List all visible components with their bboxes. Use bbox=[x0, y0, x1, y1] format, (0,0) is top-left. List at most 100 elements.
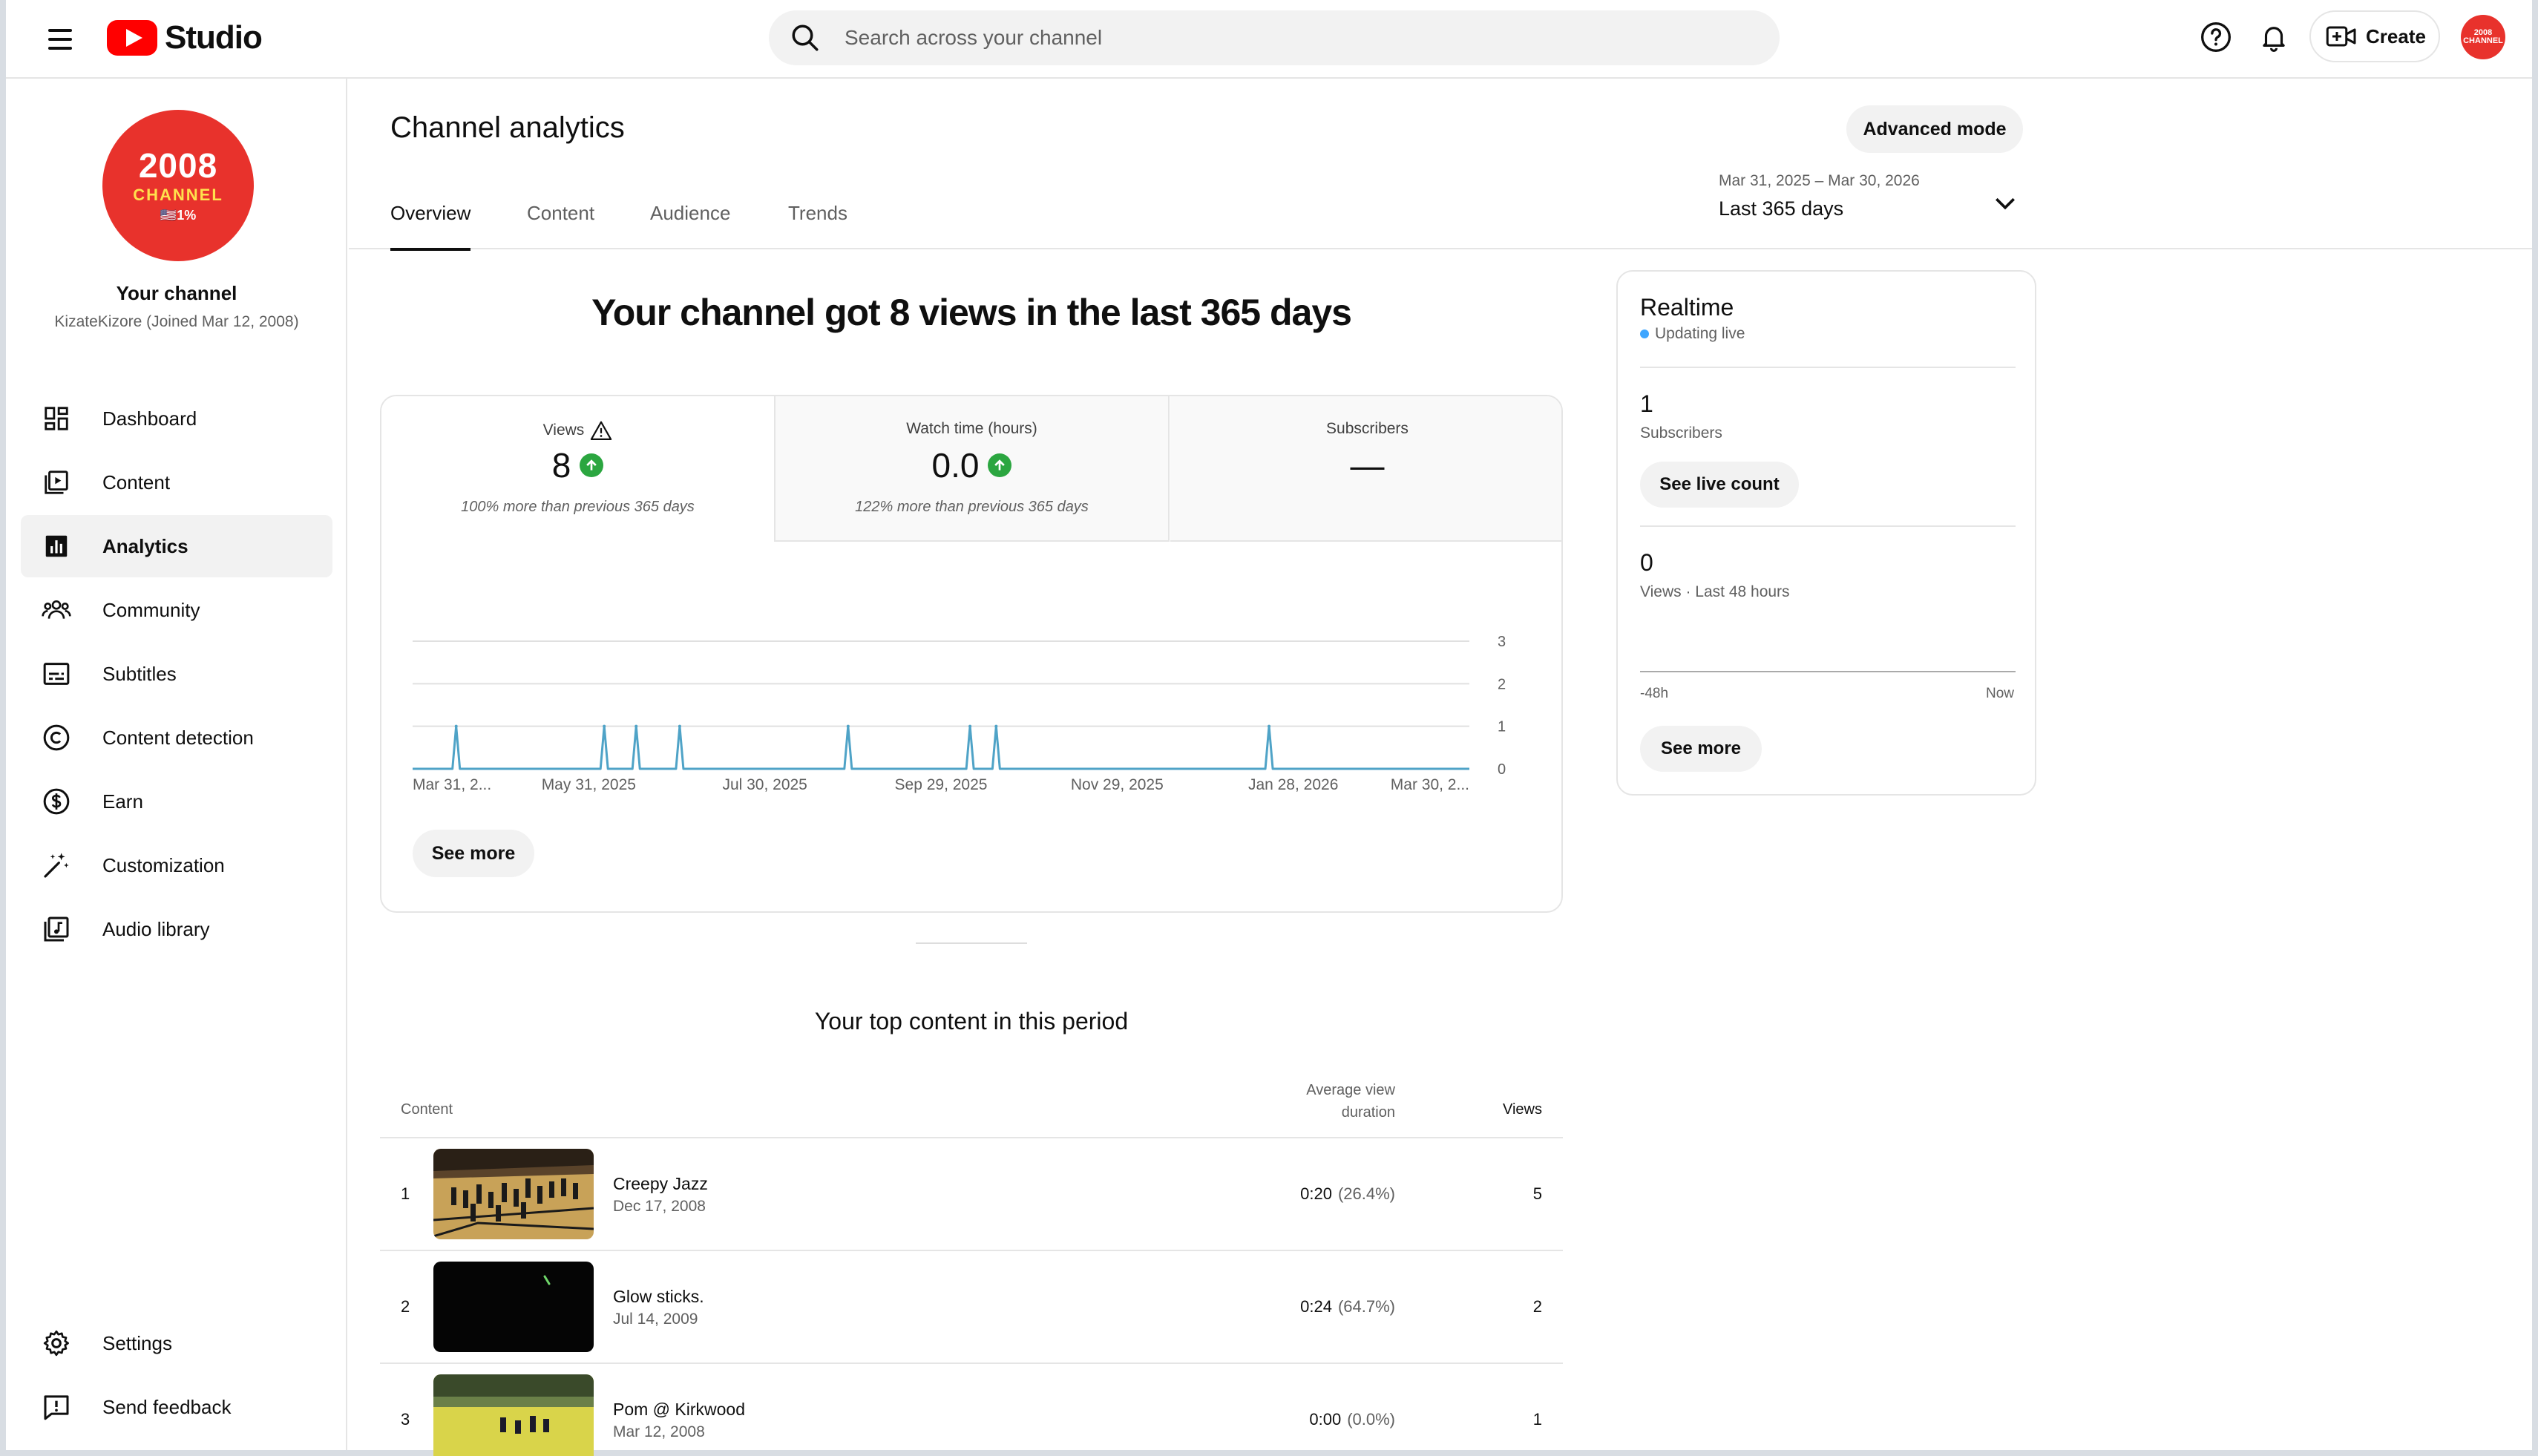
video-date: Jul 14, 2009 bbox=[613, 1311, 698, 1328]
avd-time: 0:24 bbox=[1300, 1297, 1332, 1316]
video-thumbnail[interactable] bbox=[433, 1149, 594, 1239]
realtime-see-more-button[interactable]: See more bbox=[1640, 726, 1762, 772]
tab-overview[interactable]: Overview bbox=[390, 202, 471, 251]
metric-views[interactable]: Views 8 100% more than previous 365 days bbox=[381, 396, 776, 542]
search-input[interactable] bbox=[845, 10, 1735, 65]
views-series-line bbox=[413, 725, 1469, 770]
x-tick-label: Jan 28, 2026 bbox=[1248, 776, 1338, 793]
gear-icon bbox=[42, 1328, 71, 1358]
views-count: 1 bbox=[1532, 1410, 1542, 1429]
divider bbox=[1640, 367, 2016, 368]
avatar-year: 2008 bbox=[138, 145, 218, 185]
search-bar[interactable] bbox=[769, 10, 1780, 65]
sidebar-item-content-detection[interactable]: Content detection bbox=[21, 706, 332, 769]
create-video-icon bbox=[2326, 26, 2356, 47]
realtime-title: Realtime bbox=[1640, 294, 1734, 321]
notifications-bell-icon[interactable] bbox=[2255, 18, 2293, 56]
x-tick-label: Nov 29, 2025 bbox=[1071, 776, 1164, 793]
metric-watch-time[interactable]: Watch time (hours) 0.0 122% more than pr… bbox=[776, 396, 1170, 542]
sidebar-item-earn[interactable]: Earn bbox=[21, 770, 332, 833]
create-button[interactable]: Create bbox=[2309, 10, 2440, 62]
sidebar-item-label: Send feedback bbox=[102, 1395, 232, 1418]
studio-logo[interactable]: Studio bbox=[107, 15, 263, 61]
page-header: Channel analytics Overview Content Audie… bbox=[349, 79, 2532, 251]
realtime-subscribers-caption: Subscribers bbox=[1640, 424, 1722, 442]
row-rank: 3 bbox=[401, 1410, 410, 1429]
data-point bbox=[678, 724, 681, 728]
magic-wand-icon bbox=[42, 850, 71, 880]
video-thumbnail[interactable] bbox=[433, 1262, 594, 1352]
realtime-chart-baseline bbox=[1640, 671, 2016, 672]
advanced-mode-button[interactable]: Advanced mode bbox=[1846, 105, 2023, 153]
section-divider bbox=[916, 942, 1027, 944]
channel-subtitle: KizateKizore (Joined Mar 12, 2008) bbox=[54, 313, 299, 330]
data-point bbox=[603, 724, 606, 728]
column-header-content: Content bbox=[401, 1101, 453, 1118]
channel-avatar[interactable]: 2008 CHANNEL 🇺🇸1% bbox=[102, 110, 254, 261]
date-range-label[interactable]: Last 365 days bbox=[1719, 197, 1843, 220]
metric-note: 122% more than previous 365 days bbox=[855, 499, 1089, 515]
x-tick-label: Mar 31, 2... bbox=[413, 776, 491, 793]
avd-percent: (0.0%) bbox=[1347, 1410, 1395, 1429]
metric-label: Views bbox=[542, 422, 585, 439]
top-header: Studio Create 2008 CHANNEL bbox=[6, 0, 2532, 79]
sidebar-item-subtitles[interactable]: Subtitles bbox=[21, 643, 332, 705]
sidebar-item-audio-library[interactable]: Audio library bbox=[21, 898, 332, 960]
video-thumbnail[interactable] bbox=[433, 1374, 594, 1456]
community-icon bbox=[42, 595, 71, 625]
analytics-icon bbox=[42, 531, 71, 561]
column-header-avg-view-duration[interactable]: Average view duration bbox=[1262, 1079, 1395, 1124]
account-avatar[interactable]: 2008 CHANNEL bbox=[2461, 15, 2505, 59]
x-tick-label: Mar 30, 2... bbox=[1391, 776, 1469, 793]
sidebar-item-label: Content bbox=[102, 470, 171, 493]
avd-percent: (26.4%) bbox=[1337, 1184, 1395, 1203]
top-content-title: Your top content in this period bbox=[814, 1008, 1129, 1034]
video-date: Dec 17, 2008 bbox=[613, 1198, 706, 1215]
avd-time: 0:00 bbox=[1309, 1410, 1342, 1429]
sidebar-item-send-feedback[interactable]: Send feedback bbox=[21, 1376, 332, 1438]
avatar-flag-text: 🇺🇸1% bbox=[160, 207, 197, 223]
warning-icon[interactable] bbox=[590, 420, 612, 441]
help-icon[interactable] bbox=[2197, 18, 2235, 56]
views-line-chart[interactable]: 0 1 2 3 Mar 31, 2... May 31, 2025 Jul 30, 2025… bbox=[381, 542, 1563, 809]
metric-note: 100% more than previous 365 days bbox=[461, 499, 695, 515]
see-live-count-button[interactable]: See live count bbox=[1640, 462, 1799, 508]
tab-trends[interactable]: Trends bbox=[788, 202, 847, 249]
sidebar: 2008 CHANNEL 🇺🇸1% Your channel KizateKiz… bbox=[6, 79, 347, 1450]
dollar-icon bbox=[42, 787, 71, 816]
date-range-text[interactable]: Mar 31, 2025 – Mar 30, 2026 bbox=[1719, 172, 1920, 190]
column-header-views[interactable]: Views bbox=[1455, 1101, 1542, 1118]
overview-card: Views 8 100% more than previous 365 days… bbox=[380, 395, 1563, 913]
live-status: Updating live bbox=[1640, 325, 1745, 343]
avd-percent: (64.7%) bbox=[1337, 1297, 1395, 1316]
sidebar-item-label: Community bbox=[102, 598, 200, 621]
metric-subscribers[interactable]: Subscribers — bbox=[1170, 396, 1561, 542]
tab-audience[interactable]: Audience bbox=[650, 202, 730, 249]
data-point bbox=[846, 724, 850, 728]
sidebar-item-customization[interactable]: Customization bbox=[21, 834, 332, 896]
trend-up-icon bbox=[988, 453, 1012, 477]
sidebar-item-dashboard[interactable]: Dashboard bbox=[21, 387, 332, 450]
metric-value: 0.0 bbox=[931, 446, 980, 485]
youtube-play-icon bbox=[107, 20, 157, 56]
sidebar-item-settings[interactable]: Settings bbox=[21, 1312, 332, 1374]
chevron-down-icon[interactable] bbox=[1990, 188, 2020, 222]
video-title[interactable]: Glow sticks. bbox=[613, 1287, 704, 1307]
sidebar-item-content[interactable]: Content bbox=[21, 451, 332, 514]
sidebar-item-label: Earn bbox=[102, 790, 143, 813]
create-label: Create bbox=[2366, 24, 2426, 47]
sidebar-item-community[interactable]: Community bbox=[21, 579, 332, 641]
realtime-views-caption: Views · Last 48 hours bbox=[1640, 583, 1790, 600]
sidebar-item-analytics[interactable]: Analytics bbox=[21, 515, 332, 577]
table-row[interactable]: 1 Creepy Jazz Dec 17, 2008 0:20 (26.4%) 5 bbox=[380, 1137, 1563, 1250]
search-icon[interactable] bbox=[790, 22, 821, 57]
video-title[interactable]: Pom @ Kirkwood bbox=[613, 1400, 745, 1420]
tab-content[interactable]: Content bbox=[527, 202, 594, 249]
sidebar-item-label: Content detection bbox=[102, 726, 254, 749]
table-row[interactable]: 3 Pom @ Kirkwood Mar 12, 2008 0:00 (0.0%)… bbox=[380, 1362, 1563, 1456]
menu-icon[interactable] bbox=[42, 21, 79, 58]
table-row[interactable]: 2 Glow sticks. Jul 14, 2009 0:24 (64.7%) … bbox=[380, 1250, 1563, 1362]
video-title[interactable]: Creepy Jazz bbox=[613, 1174, 708, 1194]
views-count: 2 bbox=[1532, 1297, 1542, 1316]
see-more-button[interactable]: See more bbox=[413, 830, 534, 877]
